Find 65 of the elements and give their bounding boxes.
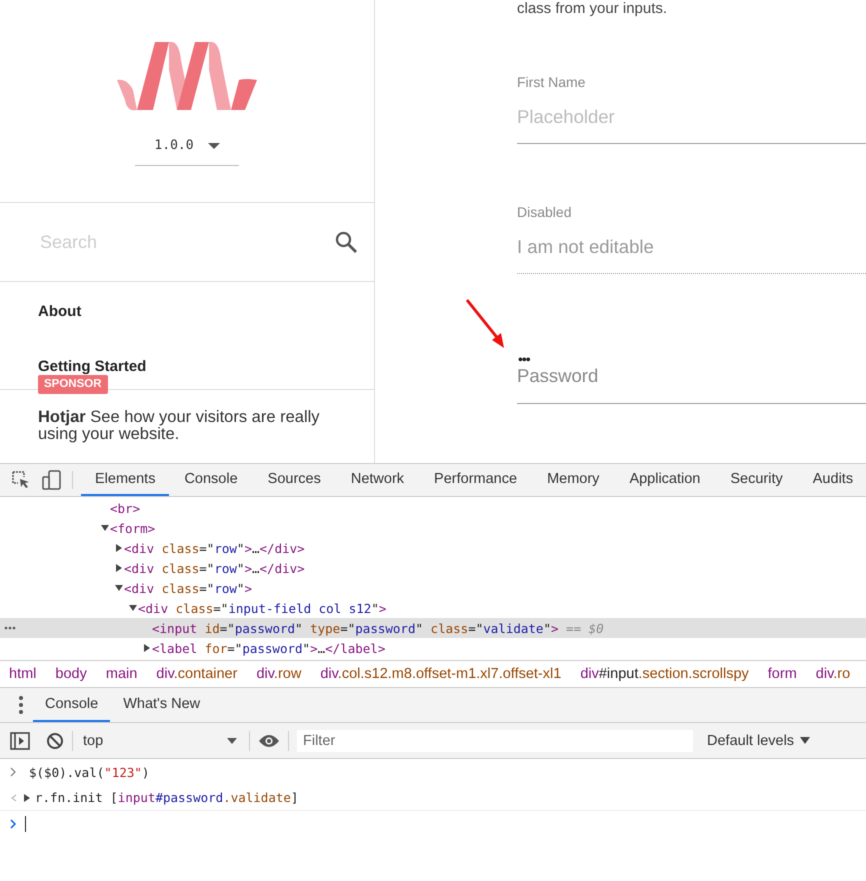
nav-link[interactable]: About: [38, 303, 82, 321]
dom-line[interactable]: <div class="row">…</div>: [124, 540, 305, 556]
prompt-icon: [10, 819, 17, 829]
return-icon: [10, 794, 18, 802]
more-icon[interactable]: [4, 626, 16, 630]
field-label: Disabled: [517, 204, 572, 220]
devtools-tab[interactable]: Sources: [252, 464, 336, 496]
search-icon[interactable]: [334, 230, 358, 254]
nav-link[interactable]: Getting Started: [38, 358, 146, 376]
collapsed-triangle-icon[interactable]: [23, 794, 31, 802]
sponsor-badge: SPONSOR: [38, 375, 108, 394]
dom-line[interactable]: <div class="row">…</div>: [124, 560, 305, 576]
devtools-tab[interactable]: Security: [715, 464, 798, 496]
sponsor-text[interactable]: Hotjar See how your visitors are really using your website.: [38, 409, 354, 443]
collapsed-triangle-icon[interactable]: [143, 644, 151, 652]
breadcrumb[interactable]: div.ro: [816, 666, 850, 682]
filter-field[interactable]: Filter: [297, 730, 693, 752]
dom-line[interactable]: <form>: [110, 520, 156, 536]
eye-icon[interactable]: [258, 734, 280, 748]
text-cursor: [25, 816, 26, 832]
breadcrumb[interactable]: form: [768, 666, 797, 682]
devtools-tab[interactable]: Memory: [532, 464, 614, 496]
dom-line[interactable]: <div class="input-field col s12">: [138, 600, 386, 616]
inspect-icon[interactable]: [12, 471, 30, 489]
expanded-triangle-icon[interactable]: [101, 524, 109, 532]
caret-icon: [208, 142, 220, 148]
devtools-tab[interactable]: Application: [614, 464, 716, 496]
password-dots: •••: [518, 353, 530, 365]
sidebar-toggle-icon[interactable]: [10, 732, 30, 750]
field-label: Password: [517, 365, 598, 387]
breadcrumb[interactable]: div.row: [256, 666, 302, 682]
dom-line[interactable]: <br>: [110, 500, 140, 516]
arrow-icon: [465, 298, 507, 350]
expanded-triangle-icon[interactable]: [129, 604, 137, 612]
logo-icon: [117, 40, 257, 112]
collapsed-triangle-icon[interactable]: [115, 544, 123, 552]
breadcrumb[interactable]: html: [9, 666, 36, 682]
breadcrumb[interactable]: body: [55, 666, 87, 682]
device-icon[interactable]: [42, 470, 62, 490]
collapsed-triangle-icon[interactable]: [115, 564, 123, 572]
expanded-triangle-icon[interactable]: [115, 584, 123, 592]
clear-icon[interactable]: [46, 732, 64, 750]
dom-line[interactable]: <div class="row">: [124, 580, 252, 596]
text-field[interactable]: Placeholder: [517, 106, 866, 144]
context-select[interactable]: top: [81, 732, 241, 748]
breadcrumb[interactable]: div#input.section.scrollspy: [580, 666, 749, 682]
devtools-tab[interactable]: Audits: [798, 464, 866, 496]
devtools-tab[interactable]: Network: [336, 464, 420, 496]
field-label: First Name: [517, 74, 586, 90]
intro-text: class from your inputs.: [517, 0, 668, 18]
devtools-tab[interactable]: Elements: [81, 464, 170, 496]
result-text[interactable]: r.fn.init [input#password.validate]: [35, 790, 298, 805]
breadcrumb[interactable]: div.col.s12.m8.offset-m1.xl7.offset-xl1: [320, 666, 562, 682]
devtools-tab[interactable]: Console: [169, 464, 253, 496]
version-select[interactable]: 1.0.0: [135, 138, 239, 166]
chevron-icon: [10, 767, 17, 777]
caret-icon: [227, 738, 237, 744]
dom-line[interactable]: <label for="password">…</label>: [152, 640, 386, 656]
breadcrumb[interactable]: main: [106, 666, 138, 682]
levels-select[interactable]: Default levels: [701, 732, 816, 750]
caret-icon: [800, 737, 810, 744]
breadcrumb[interactable]: div.container: [156, 666, 238, 682]
devtools-tab[interactable]: Performance: [419, 464, 532, 496]
drawer-tab[interactable]: What's New: [110, 688, 214, 722]
command-text: $($0).val("123"): [29, 764, 150, 780]
